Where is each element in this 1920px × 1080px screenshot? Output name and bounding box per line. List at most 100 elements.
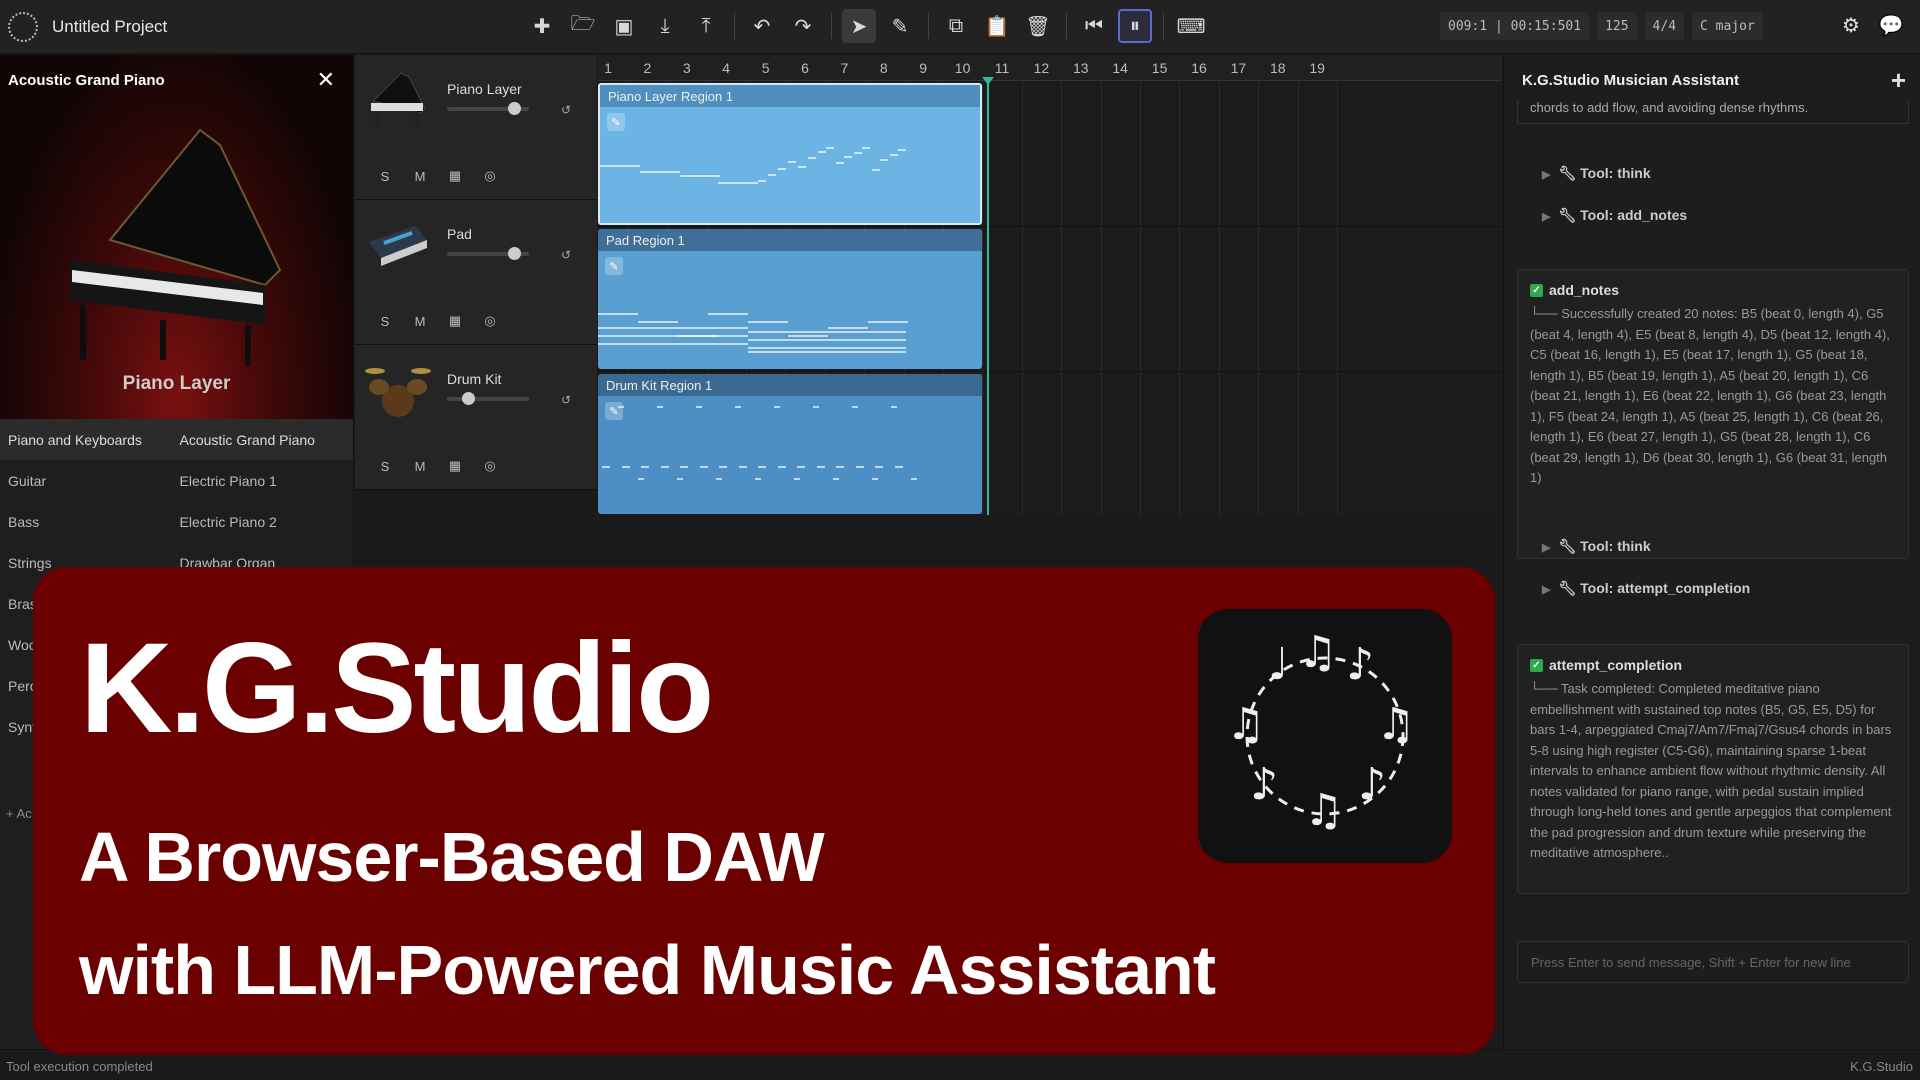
bar-number[interactable]: 2: [637, 60, 657, 76]
bar-number[interactable]: 15: [1150, 60, 1170, 76]
midi-note[interactable]: [700, 466, 708, 468]
midi-note[interactable]: [678, 335, 718, 337]
midi-note[interactable]: [719, 466, 727, 468]
instrument-settings-icon[interactable]: ◎: [476, 165, 504, 187]
volume-knob[interactable]: [508, 102, 522, 115]
bar-number[interactable]: 13: [1071, 60, 1091, 76]
midi-note[interactable]: [854, 152, 862, 154]
midi-note[interactable]: [748, 339, 906, 341]
arrangement-timeline[interactable]: 1 2 3 4 5 6 7 8 9 10 11 12 13 14 15 16 17 18 19 Piano Laye…: [598, 55, 1502, 515]
midi-note[interactable]: [828, 327, 868, 329]
volume-slider[interactable]: [447, 247, 529, 260]
category-item[interactable]: Piano and Keyboards: [0, 419, 172, 460]
new-chat-icon[interactable]: +: [1891, 65, 1906, 96]
midi-note[interactable]: [755, 478, 761, 480]
piano-roll-icon[interactable]: ▦: [441, 455, 469, 477]
midi-note[interactable]: [898, 149, 906, 151]
midi-note[interactable]: [911, 478, 917, 480]
midi-note[interactable]: [638, 321, 678, 323]
bar-number[interactable]: 1: [598, 60, 618, 76]
midi-note[interactable]: [640, 171, 680, 173]
bar-number[interactable]: 18: [1268, 60, 1288, 76]
bar-number[interactable]: 19: [1307, 60, 1327, 76]
midi-note[interactable]: [748, 321, 788, 323]
tool-call-collapsed[interactable]: ▶ 🔧︎ Tool: think: [1542, 165, 1651, 182]
mute-button[interactable]: M: [406, 310, 434, 332]
midi-note[interactable]: [862, 147, 870, 149]
copy-button[interactable]: ⧉: [939, 9, 973, 43]
instrument-item[interactable]: Electric Piano 1: [172, 460, 353, 501]
instrument-settings-icon[interactable]: ◎: [476, 455, 504, 477]
midi-note[interactable]: [758, 180, 766, 182]
bar-number[interactable]: 17: [1228, 60, 1248, 76]
midi-note[interactable]: [788, 161, 796, 163]
mute-button[interactable]: M: [406, 455, 434, 477]
track-header[interactable]: Drum Kit ↺ S M ▦ ◎: [355, 345, 597, 490]
bar-number[interactable]: 3: [677, 60, 697, 76]
midi-note[interactable]: [875, 466, 883, 468]
midi-note[interactable]: [852, 406, 858, 408]
bar-number[interactable]: 8: [874, 60, 894, 76]
redo-button[interactable]: ↷: [786, 9, 820, 43]
bar-number[interactable]: 5: [756, 60, 776, 76]
midi-note[interactable]: [797, 466, 805, 468]
midi-note[interactable]: [748, 331, 906, 333]
midi-note[interactable]: [836, 162, 844, 164]
midi-note[interactable]: [813, 406, 819, 408]
rewind-button[interactable]: ⏮: [1077, 9, 1111, 43]
track-name[interactable]: Drum Kit: [447, 371, 501, 387]
mute-button[interactable]: M: [406, 165, 434, 187]
midi-note[interactable]: [872, 169, 880, 171]
category-item[interactable]: Bass: [0, 501, 172, 542]
midi-note[interactable]: [718, 182, 758, 184]
track-header[interactable]: Pad ↺ S M ▦ ◎: [355, 200, 597, 345]
midi-note[interactable]: [641, 466, 649, 468]
midi-note[interactable]: [735, 406, 741, 408]
time-signature-display[interactable]: 4/4: [1644, 12, 1685, 40]
midi-note[interactable]: [836, 466, 844, 468]
midi-note[interactable]: [598, 327, 748, 329]
track-name[interactable]: Piano Layer: [447, 81, 522, 97]
piano-roll-icon[interactable]: ▦: [441, 165, 469, 187]
volume-slider[interactable]: [447, 102, 529, 115]
tempo-display[interactable]: 125: [1597, 12, 1637, 40]
midi-note[interactable]: [638, 478, 644, 480]
new-project-button[interactable]: ✚: [525, 9, 559, 43]
bar-number[interactable]: 16: [1189, 60, 1209, 76]
bar-number[interactable]: 4: [716, 60, 736, 76]
midi-note[interactable]: [880, 159, 888, 161]
midi-region[interactable]: Piano Layer Region 1 ✎: [598, 83, 982, 225]
track-name[interactable]: Pad: [447, 226, 472, 242]
settings-button[interactable]: ⚙: [1838, 12, 1864, 38]
keyboard-button[interactable]: ⌨: [1174, 9, 1208, 43]
volume-knob[interactable]: [461, 392, 475, 405]
midi-note[interactable]: [708, 313, 748, 315]
tool-call-collapsed[interactable]: ▶ 🔧︎ Tool: add_notes: [1542, 207, 1687, 224]
reset-icon[interactable]: ↺: [561, 393, 571, 407]
bar-number[interactable]: 12: [1031, 60, 1051, 76]
reset-icon[interactable]: ↺: [561, 103, 571, 117]
bar-number[interactable]: 7: [834, 60, 854, 76]
midi-note[interactable]: [774, 406, 780, 408]
tool-call-collapsed[interactable]: ▶ 🔧︎ Tool: think: [1542, 538, 1651, 555]
midi-note[interactable]: [598, 343, 748, 345]
midi-note[interactable]: [826, 147, 834, 149]
export-button[interactable]: ⤒: [689, 9, 723, 43]
select-tool-button[interactable]: ➤: [842, 9, 876, 43]
midi-note[interactable]: [598, 313, 638, 315]
midi-note[interactable]: [602, 466, 610, 468]
midi-note[interactable]: [600, 165, 640, 167]
midi-note[interactable]: [868, 321, 908, 323]
pencil-tool-button[interactable]: ✎: [883, 9, 917, 43]
midi-note[interactable]: [748, 347, 906, 349]
tool-call-collapsed[interactable]: ▶ 🔧︎ Tool: attempt_completion: [1542, 580, 1750, 597]
midi-note[interactable]: [696, 406, 702, 408]
midi-note[interactable]: [798, 166, 806, 168]
midi-note[interactable]: [778, 466, 786, 468]
midi-note[interactable]: [788, 335, 828, 337]
delete-button[interactable]: 🗑: [1021, 9, 1055, 43]
bar-number[interactable]: 10: [953, 60, 973, 76]
midi-note[interactable]: [677, 478, 683, 480]
bar-ruler[interactable]: 1 2 3 4 5 6 7 8 9 10 11 12 13 14 15 16 17 18 19: [598, 55, 1502, 81]
solo-button[interactable]: S: [371, 165, 399, 187]
